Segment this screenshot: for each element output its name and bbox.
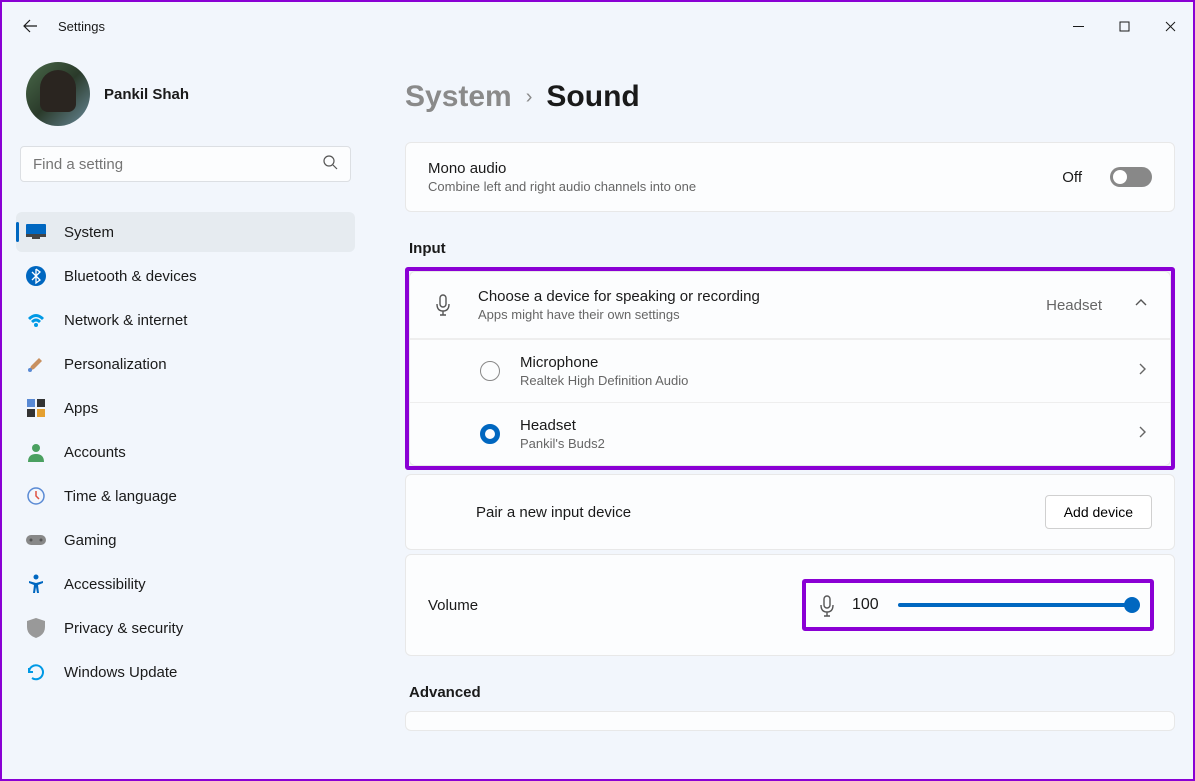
nav-list: System Bluetooth & devices Network & int… (16, 212, 355, 692)
device-sub: Realtek High Definition Audio (520, 373, 1116, 388)
choose-input-device-card: Choose a device for speaking or recordin… (409, 271, 1171, 466)
shield-icon (26, 618, 46, 638)
input-device-headset[interactable]: Headset Pankil's Buds2 (410, 402, 1170, 465)
radio-unchecked[interactable] (480, 361, 500, 381)
sidebar-item-label: Apps (64, 400, 98, 417)
microphone-icon (432, 294, 454, 316)
mono-audio-sub: Combine left and right audio channels in… (428, 179, 1042, 194)
app-title: Settings (58, 19, 105, 34)
microphone-icon[interactable] (818, 595, 838, 615)
pair-device-label: Pair a new input device (476, 504, 1045, 521)
mono-audio-toggle[interactable] (1110, 167, 1152, 187)
update-icon (26, 662, 46, 682)
avatar (26, 62, 90, 126)
toggle-state-label: Off (1062, 169, 1082, 186)
breadcrumb: System › Sound (405, 80, 1175, 114)
sidebar-item-label: Accounts (64, 444, 126, 461)
bluetooth-icon (26, 266, 46, 286)
sidebar-item-label: Time & language (64, 488, 177, 505)
pair-device-card: Pair a new input device Add device (405, 474, 1175, 550)
profile-name: Pankil Shah (104, 86, 189, 103)
input-section-title: Input (409, 240, 1175, 257)
choose-device-sub: Apps might have their own settings (478, 307, 1022, 322)
search-input[interactable] (33, 156, 322, 173)
radio-checked[interactable] (480, 424, 500, 444)
volume-slider[interactable] (898, 603, 1138, 607)
maximize-button[interactable] (1101, 10, 1147, 42)
input-device-list: Microphone Realtek High Definition Audio… (410, 338, 1170, 465)
main-content: System › Sound Mono audio Combine left a… (369, 50, 1193, 779)
input-volume-card: Volume 100 (405, 554, 1175, 656)
advanced-card-truncated (405, 711, 1175, 731)
sidebar-item-label: Accessibility (64, 576, 146, 593)
gamepad-icon (26, 530, 46, 550)
sidebar-item-privacy[interactable]: Privacy & security (16, 608, 355, 648)
mono-audio-title: Mono audio (428, 160, 1042, 177)
profile[interactable]: Pankil Shah (16, 50, 355, 146)
titlebar: Settings (2, 2, 1193, 50)
window-controls (1055, 10, 1193, 42)
mono-audio-card: Mono audio Combine left and right audio … (405, 142, 1175, 212)
back-icon[interactable] (22, 18, 38, 34)
sidebar-item-label: Windows Update (64, 664, 177, 681)
sidebar-item-label: Privacy & security (64, 620, 183, 637)
person-icon (26, 442, 46, 462)
sidebar-item-system[interactable]: System (16, 212, 355, 252)
device-name: Microphone (520, 354, 1116, 371)
chevron-right-icon (1136, 425, 1148, 443)
clock-icon (26, 486, 46, 506)
sidebar-item-network[interactable]: Network & internet (16, 300, 355, 340)
sidebar-item-update[interactable]: Windows Update (16, 652, 355, 692)
minimize-button[interactable] (1055, 10, 1101, 42)
paintbrush-icon (26, 354, 46, 374)
sidebar-item-label: Personalization (64, 356, 167, 373)
volume-label: Volume (426, 597, 802, 614)
advanced-section-title: Advanced (409, 684, 1175, 701)
choose-input-device-header[interactable]: Choose a device for speaking or recordin… (410, 272, 1170, 338)
search-box[interactable] (20, 146, 351, 182)
sidebar-item-bluetooth[interactable]: Bluetooth & devices (16, 256, 355, 296)
sidebar-item-accounts[interactable]: Accounts (16, 432, 355, 472)
sidebar-item-personalization[interactable]: Personalization (16, 344, 355, 384)
sidebar: Pankil Shah System Bluetooth & devices N… (2, 50, 369, 779)
sidebar-item-accessibility[interactable]: Accessibility (16, 564, 355, 604)
sidebar-item-gaming[interactable]: Gaming (16, 520, 355, 560)
chevron-right-icon (1136, 362, 1148, 380)
sidebar-item-label: Network & internet (64, 312, 187, 329)
volume-value: 100 (852, 596, 884, 614)
add-device-button[interactable]: Add device (1045, 495, 1152, 529)
selected-device-label: Headset (1046, 297, 1102, 314)
sidebar-item-time[interactable]: Time & language (16, 476, 355, 516)
sidebar-item-label: Bluetooth & devices (64, 268, 197, 285)
highlight-input-devices: Choose a device for speaking or recordin… (405, 267, 1175, 470)
accessibility-icon (26, 574, 46, 594)
choose-device-title: Choose a device for speaking or recordin… (478, 288, 1022, 305)
device-sub: Pankil's Buds2 (520, 436, 1116, 451)
device-name: Headset (520, 417, 1116, 434)
close-button[interactable] (1147, 10, 1193, 42)
sidebar-item-apps[interactable]: Apps (16, 388, 355, 428)
search-icon (322, 154, 338, 175)
chevron-right-icon: › (526, 86, 533, 109)
sidebar-item-label: Gaming (64, 532, 117, 549)
highlight-volume-control: 100 (802, 579, 1154, 631)
breadcrumb-parent[interactable]: System (405, 80, 512, 114)
slider-thumb[interactable] (1124, 597, 1140, 613)
chevron-up-icon (1134, 296, 1148, 315)
sidebar-item-label: System (64, 224, 114, 241)
display-icon (26, 222, 46, 242)
page-title: Sound (546, 80, 639, 114)
wifi-icon (26, 310, 46, 330)
input-device-microphone[interactable]: Microphone Realtek High Definition Audio (410, 339, 1170, 402)
apps-icon (26, 398, 46, 418)
